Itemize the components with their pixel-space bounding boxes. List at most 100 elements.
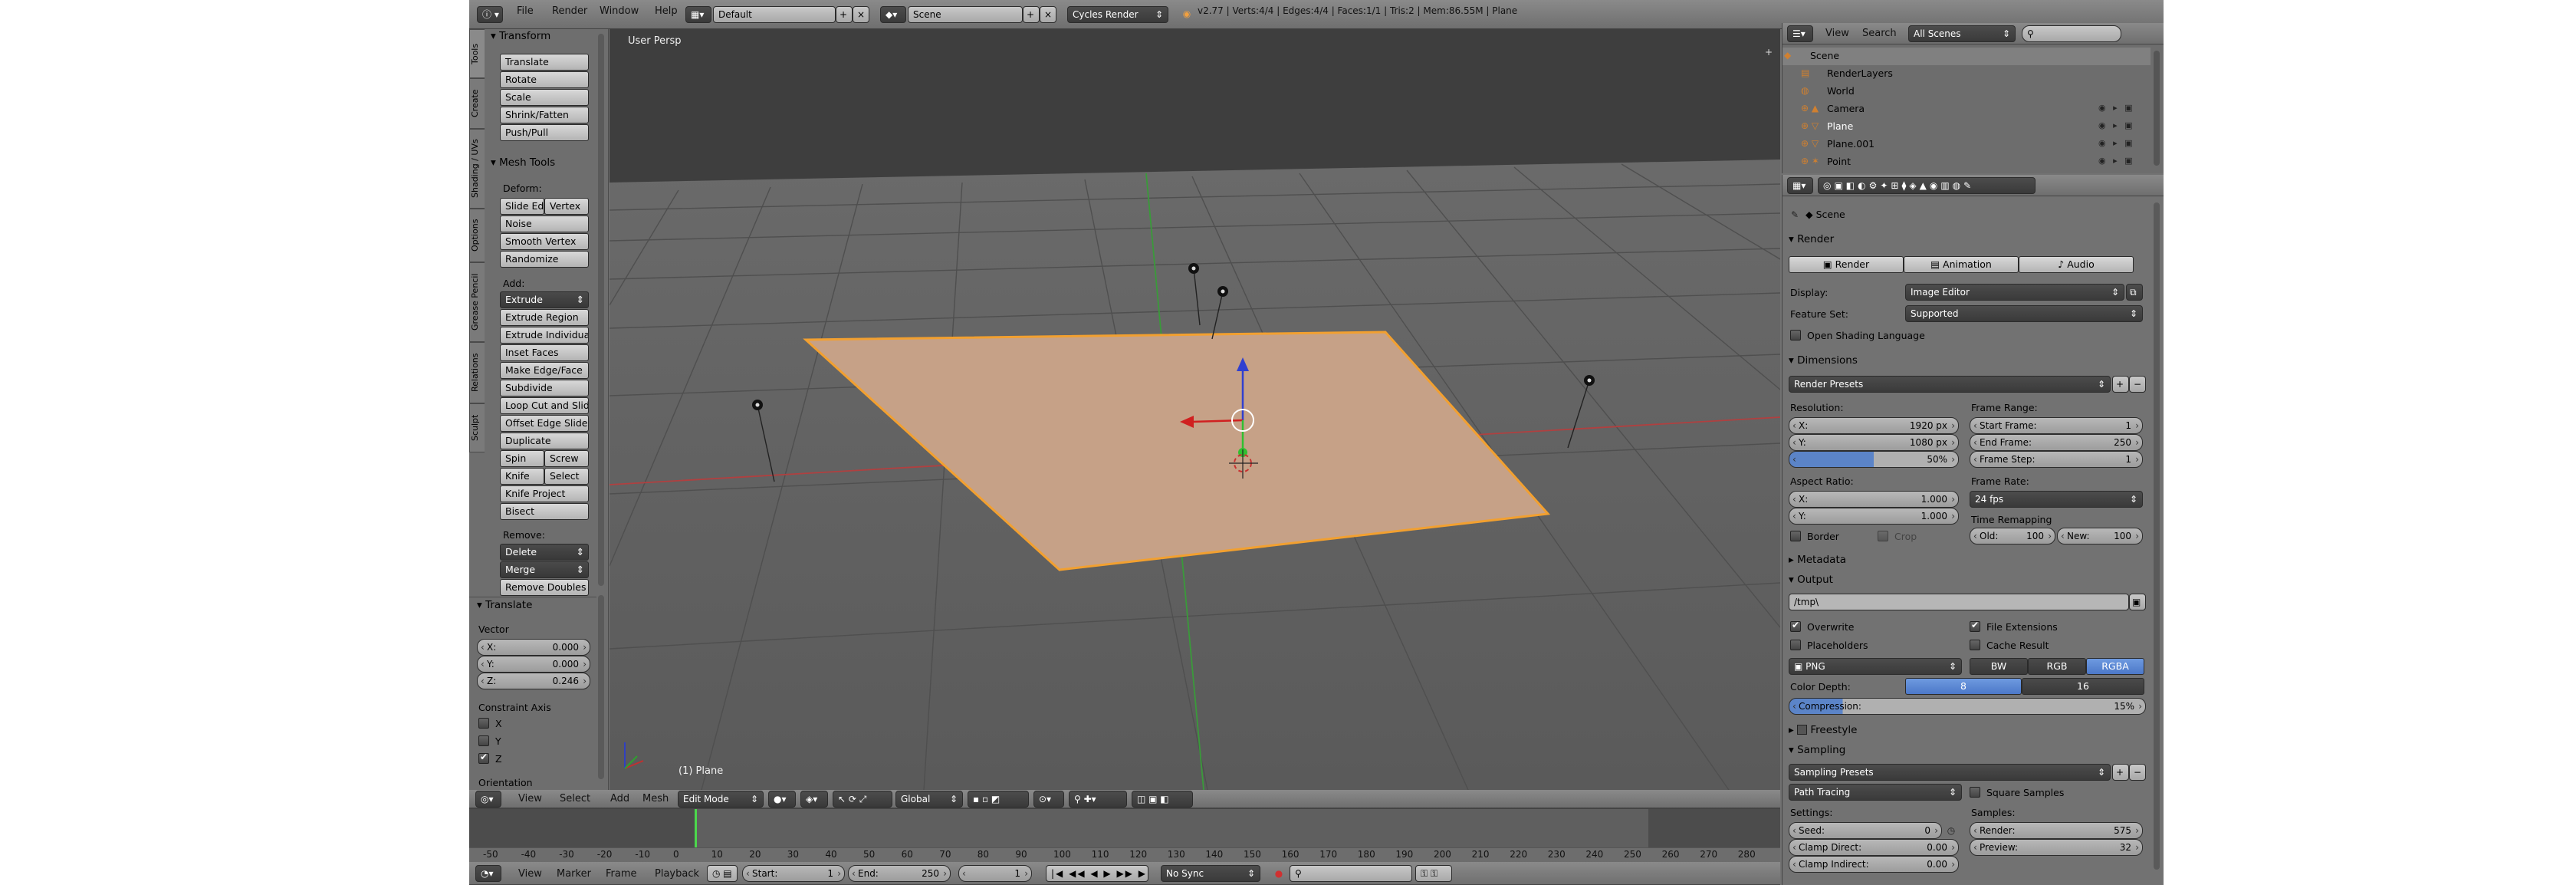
scale-button[interactable]: Scale	[500, 89, 589, 106]
freestyle-checkbox[interactable]	[1797, 725, 1808, 735]
square-samples-checkbox[interactable]	[1970, 787, 1980, 798]
timeline-editor-type[interactable]: ◔▾	[475, 865, 501, 882]
aspect-y-field[interactable]: Y:1.000	[1789, 508, 1959, 525]
shrink-fatten-button[interactable]: Shrink/Fatten	[500, 107, 589, 123]
delete-dropdown[interactable]: Delete ⇕	[500, 544, 589, 561]
extrude-region-button[interactable]: Extrude Region	[500, 309, 589, 326]
clamp-indirect-field[interactable]: Clamp Indirect:0.00	[1789, 856, 1959, 873]
constraint-x-checkbox[interactable]	[478, 718, 489, 729]
remap-old-field[interactable]: Old:100	[1970, 528, 2055, 544]
animation-button[interactable]: ▤ Animation	[1904, 256, 2019, 273]
tool-shelf-scrollbar[interactable]	[598, 34, 604, 586]
display-extra-button[interactable]: ⧉	[2126, 284, 2143, 301]
integrator-select[interactable]: Path Tracing ⇕	[1789, 784, 1962, 801]
select-mode-buttons[interactable]: ▪ ▫ ◩	[968, 791, 1029, 808]
keying-set-field[interactable]: ⚲	[1290, 865, 1412, 882]
render-panel-header[interactable]: ▾ Render	[1789, 233, 1834, 245]
3d-viewport[interactable]: User Persp (1) Plane +	[610, 29, 1780, 790]
render-engine-select[interactable]: Cycles Render ⇕	[1067, 6, 1168, 23]
outliner-display-mode[interactable]: All Scenes ⇕	[1908, 25, 2016, 42]
frame-rate-select[interactable]: 24 fps ⇕	[1970, 491, 2143, 508]
outliner-search-input[interactable]: ⚲	[2022, 25, 2121, 42]
properties-editor-type[interactable]: ▦▾	[1787, 177, 1813, 194]
render-presets-select[interactable]: Render Presets ⇕	[1789, 376, 2111, 393]
freestyle-panel-header[interactable]: ▸ Freestyle	[1789, 724, 1857, 736]
transform-panel-header[interactable]: ▾ Transform	[491, 30, 550, 42]
viewport-menu-view[interactable]: View	[518, 793, 542, 804]
viewport-menu-select[interactable]: Select	[560, 793, 590, 804]
extrude-dropdown[interactable]: Extrude ⇕	[500, 291, 589, 308]
resolution-percent-field[interactable]: 50%	[1789, 451, 1959, 468]
extrude-individual-button[interactable]: Extrude Individual	[500, 327, 589, 344]
feature-set-select[interactable]: Supported ⇕	[1905, 305, 2143, 322]
seed-field[interactable]: Seed:0	[1789, 822, 1942, 839]
properties-context-tabs[interactable]: ◎▣◧◐⚙✦⊞⧫◈▲◉▥◍✎	[1818, 177, 2036, 194]
cache-result-checkbox[interactable]	[1970, 640, 1980, 650]
merge-dropdown[interactable]: Merge ⇕	[500, 561, 589, 578]
render-button[interactable]: ▣ Render	[1789, 256, 1904, 273]
mode-select[interactable]: Edit Mode ⇕	[678, 791, 764, 808]
preset-remove-button[interactable]: −	[2129, 376, 2146, 393]
sampling-preset-add[interactable]: +	[2112, 764, 2129, 781]
shading-select[interactable]: ●▾	[768, 791, 796, 808]
clock-icon[interactable]: ◷	[1944, 823, 1959, 838]
viewport-menu-add[interactable]: Add	[610, 793, 629, 804]
timeline[interactable]: -50 -40 -30 -20 -10 0 10 20 30 40 50 60 70 80 90 100 110…	[469, 808, 1780, 862]
tab-sculpt[interactable]: Sculpt	[469, 403, 485, 452]
compression-field[interactable]: Compression:15%	[1789, 698, 2146, 715]
snap-buttons[interactable]: ⚲ ✚▾	[1069, 791, 1127, 808]
sync-select[interactable]: No Sync ⇕	[1161, 865, 1260, 882]
crop-checkbox[interactable]	[1878, 531, 1888, 541]
layout-remove-button[interactable]: ×	[853, 6, 869, 23]
sampling-panel-header[interactable]: ▾ Sampling	[1789, 744, 1845, 756]
slide-edge-button[interactable]: Slide Ed	[500, 198, 544, 215]
screw-button[interactable]: Screw	[544, 450, 589, 467]
placeholders-checkbox[interactable]	[1790, 640, 1801, 650]
remap-new-field[interactable]: New:100	[2057, 528, 2143, 544]
make-edge-face-button[interactable]: Make Edge/Face	[500, 362, 589, 379]
timeline-menu-view[interactable]: View	[518, 868, 542, 880]
smooth-vertex-button[interactable]: Smooth Vertex	[500, 233, 589, 250]
manipulator-toggles[interactable]: ↖ ⟳ ⤢	[833, 791, 892, 808]
outliner-item[interactable]: ◆ Scene	[1783, 48, 2150, 65]
metadata-panel-header[interactable]: ▸ Metadata	[1789, 554, 1846, 566]
output-path-input[interactable]: /tmp\	[1789, 594, 2129, 610]
output-path-browse[interactable]: ▣	[2129, 594, 2146, 610]
start-frame-field[interactable]: Start:1	[742, 865, 845, 882]
timeline-menu-playback[interactable]: Playback	[655, 868, 699, 880]
knife-button[interactable]: Knife	[500, 468, 544, 485]
pivot-select[interactable]: ◈▾	[800, 791, 828, 808]
scene-add-button[interactable]: +	[1023, 6, 1040, 23]
file-format-select[interactable]: ▣ PNG ⇕	[1789, 658, 1962, 675]
render-samples-field[interactable]: Render:575	[1970, 822, 2143, 839]
pin-icon[interactable]: ✎	[1789, 207, 1801, 222]
push-pull-button[interactable]: Push/Pull	[500, 124, 589, 141]
outliner-item[interactable]: ⊕ ▽ Plane.001 ◉ ▸ ▣	[1783, 136, 2150, 153]
preview-samples-field[interactable]: Preview:32	[1970, 839, 2143, 856]
menu-window[interactable]: Window	[600, 5, 639, 17]
scene-field[interactable]: Scene	[908, 6, 1023, 23]
select-button[interactable]: Select	[544, 468, 589, 485]
frame-step-prop[interactable]: Frame Step:1	[1970, 451, 2143, 468]
end-frame-prop[interactable]: End Frame:250	[1970, 434, 2143, 451]
proportional-edit[interactable]: ⊙▾	[1033, 791, 1064, 808]
vertex-slide-button[interactable]: Vertex	[544, 198, 589, 215]
subdivide-button[interactable]: Subdivide	[500, 380, 589, 396]
randomize-button[interactable]: Randomize	[500, 251, 589, 268]
menu-file[interactable]: File	[517, 5, 534, 17]
operator-scrollbar[interactable]	[598, 595, 604, 779]
layout-add-button[interactable]: +	[836, 6, 853, 23]
editor-type-button[interactable]: ⓘ ▾	[477, 6, 503, 23]
outliner-scrollbar[interactable]	[2154, 51, 2160, 166]
end-frame-field[interactable]: End:250	[848, 865, 951, 882]
preset-add-button[interactable]: +	[2112, 376, 2129, 393]
outliner-item[interactable]: ⊕ ✶ Point ◉ ▸ ▣	[1783, 153, 2150, 171]
tab-tools[interactable]: Tools	[469, 29, 485, 78]
orientation-select[interactable]: Global ⇕	[895, 791, 963, 808]
current-frame-marker[interactable]	[695, 809, 697, 849]
visibility-icon[interactable]: ◉ ▸ ▣	[2098, 120, 2135, 130]
outliner-item[interactable]: ◍ World	[1783, 83, 2150, 100]
operator-panel-header[interactable]: ▾ Translate	[477, 599, 532, 611]
sampling-preset-remove[interactable]: −	[2129, 764, 2146, 781]
loop-cut-slide-button[interactable]: Loop Cut and Slide	[500, 397, 589, 414]
